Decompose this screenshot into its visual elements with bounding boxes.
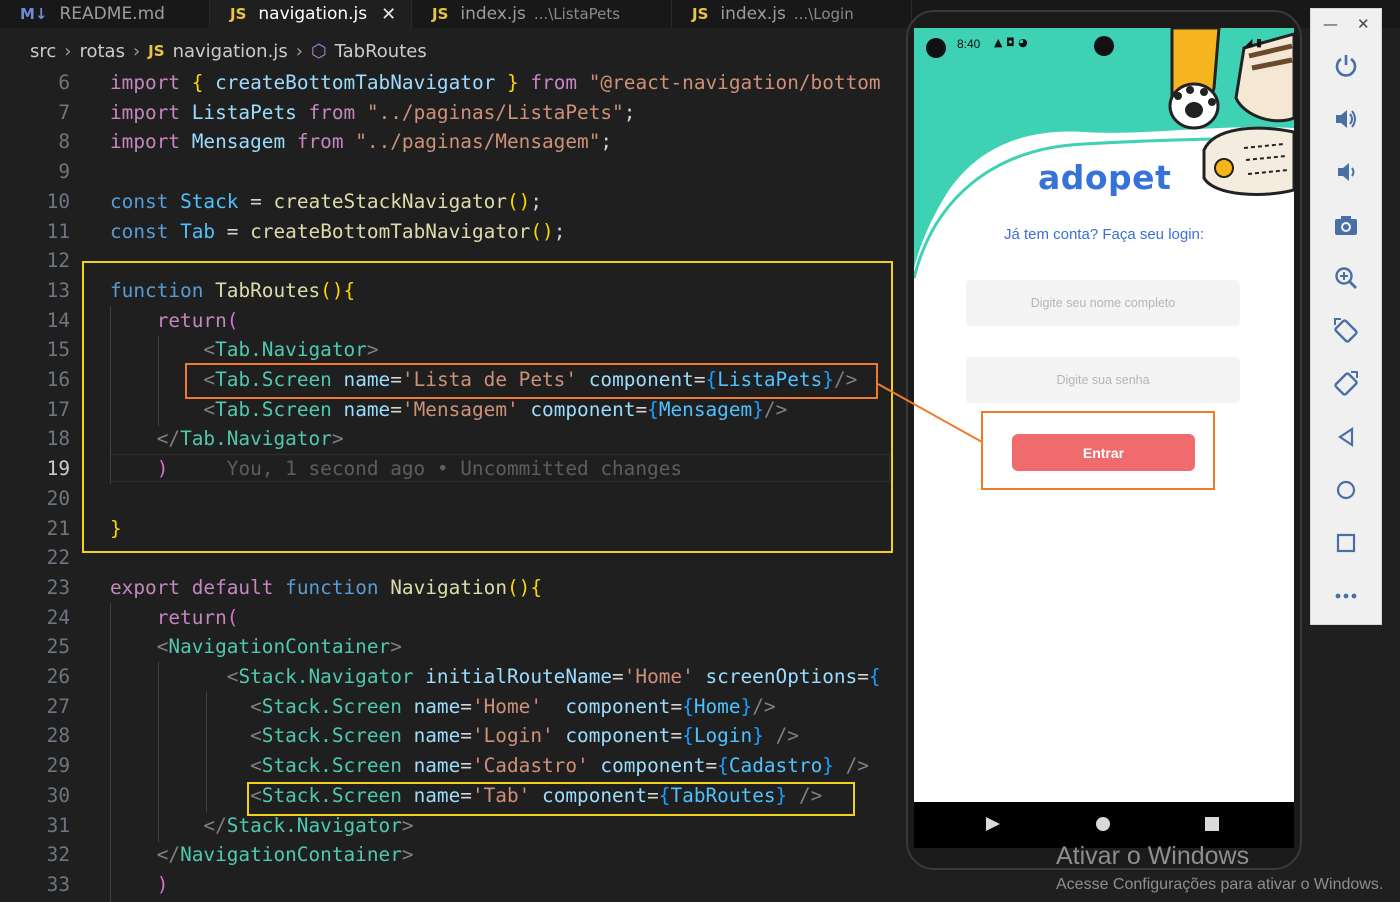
code-line: 26 <Stack.Navigator initialRouteName='Ho… — [46, 665, 881, 688]
close-icon[interactable]: ✕ — [1357, 15, 1370, 33]
login-subtitle: Já tem conta? Faça seu login: — [1003, 226, 1205, 243]
status-bar: 8:40 ▲ ◘ ◕ ◢ ▮ — [914, 28, 1294, 64]
nav-back-icon — [986, 817, 1000, 831]
tab-index-listapets[interactable]: JS index.js ...\ListaPets — [412, 0, 672, 28]
code-line: 9 — [58, 160, 70, 184]
javascript-icon: JS — [230, 5, 247, 23]
breadcrumb-folder[interactable]: rotas — [79, 41, 124, 62]
breadcrumb-folder[interactable]: src — [30, 41, 56, 62]
code-line: 8 import Mensagem from "../paginas/Mensag… — [58, 130, 613, 154]
close-icon[interactable]: ✕ — [381, 4, 396, 25]
markdown-icon: M↓ — [20, 5, 48, 23]
code-line: 25 <NavigationContainer> — [46, 635, 402, 659]
volume-down-icon[interactable] — [1328, 154, 1364, 190]
volume-up-icon[interactable] — [1328, 101, 1364, 137]
nav-recents-icon — [1205, 817, 1219, 831]
highlight-box-tab-stack-screen — [247, 782, 855, 816]
breadcrumb: src › rotas › JS navigation.js › ⬡ TabRo… — [0, 36, 427, 66]
code-line: 23 export default function Navigation(){ — [46, 575, 543, 599]
tab-label: navigation.js — [258, 4, 368, 24]
tab-readme[interactable]: M↓ README.md — [0, 0, 210, 28]
rotate-right-icon[interactable] — [1328, 366, 1364, 402]
name-placeholder: Digite seu nome completo — [1030, 296, 1176, 310]
windows-activation-subtitle: Acesse Configurações para ativar o Windo… — [1056, 876, 1384, 893]
highlight-box-entrar-button — [981, 411, 1215, 490]
zoom-icon[interactable] — [1328, 260, 1364, 296]
chevron-right-icon: › — [64, 40, 72, 62]
tab-label: index.js — [720, 4, 786, 24]
tab-path-hint: ...\Login — [793, 5, 854, 23]
windows-activation-title: Ativar o Windows — [1056, 842, 1250, 870]
breadcrumb-file[interactable]: navigation.js — [173, 41, 288, 62]
tab-label: README.md — [59, 4, 165, 24]
nav-home-icon — [1096, 817, 1110, 831]
code-line: 6 import { createBottomTabNavigator } fro… — [58, 71, 881, 94]
name-input[interactable]: Digite seu nome completo — [966, 280, 1240, 326]
status-time: 8:40 — [957, 37, 981, 51]
symbol-component-icon: ⬡ — [310, 40, 327, 62]
minimize-icon[interactable]: — — [1323, 15, 1338, 33]
power-icon[interactable] — [1328, 48, 1364, 84]
wifi-battery-icons: ◢ ▮ — [1244, 36, 1263, 49]
overview-icon[interactable] — [1328, 525, 1364, 561]
camera-icon[interactable] — [1328, 207, 1364, 243]
code-line: 10 const Stack = createStackNavigator(); — [46, 189, 543, 213]
notification-icons: ▲ ◘ ◕ — [994, 36, 1028, 49]
tab-index-login[interactable]: JS index.js ...\Login — [672, 0, 912, 28]
javascript-icon: JS — [432, 5, 449, 23]
tab-label: index.js — [460, 4, 526, 24]
chevron-right-icon: › — [295, 40, 303, 62]
code-line: 29 <Stack.Screen name='Cadastro' compone… — [46, 754, 869, 778]
chevron-right-icon: › — [132, 40, 141, 62]
highlight-box-lista-pets-screen — [185, 363, 878, 399]
home-icon[interactable] — [1328, 472, 1364, 508]
password-placeholder: Digite sua senha — [1056, 373, 1150, 387]
code-line: 33 ) — [46, 872, 169, 896]
camera-cutout — [926, 38, 946, 58]
code-line: 28 <Stack.Screen name='Login' component=… — [46, 724, 799, 748]
code-line: 27 <Stack.Screen name='Home' component={… — [46, 694, 776, 718]
tab-navigation[interactable]: JS navigation.js ✕ — [210, 0, 412, 28]
front-camera-icon — [1094, 36, 1114, 56]
password-input[interactable]: Digite sua senha — [966, 357, 1240, 403]
emulator-side-toolbar: — ✕ — [1310, 8, 1382, 625]
code-line: 11 const Tab = createBottomTabNavigator()… — [46, 219, 566, 243]
more-icon[interactable] — [1328, 578, 1364, 614]
breadcrumb-symbol[interactable]: TabRoutes — [335, 41, 427, 62]
code-line: 7 import ListaPets from "../paginas/Lista… — [58, 100, 636, 124]
javascript-icon: JS — [148, 42, 165, 60]
code-line: 32 </NavigationContainer> — [46, 843, 414, 867]
rotate-left-icon[interactable] — [1328, 313, 1364, 349]
back-icon[interactable] — [1328, 419, 1364, 455]
tab-path-hint: ...\ListaPets — [533, 5, 621, 23]
code-line: 24 return( — [46, 605, 239, 629]
javascript-icon: JS — [692, 5, 709, 23]
app-logo: adopet — [1038, 158, 1172, 197]
highlight-box-tabroutes-function — [82, 261, 893, 553]
